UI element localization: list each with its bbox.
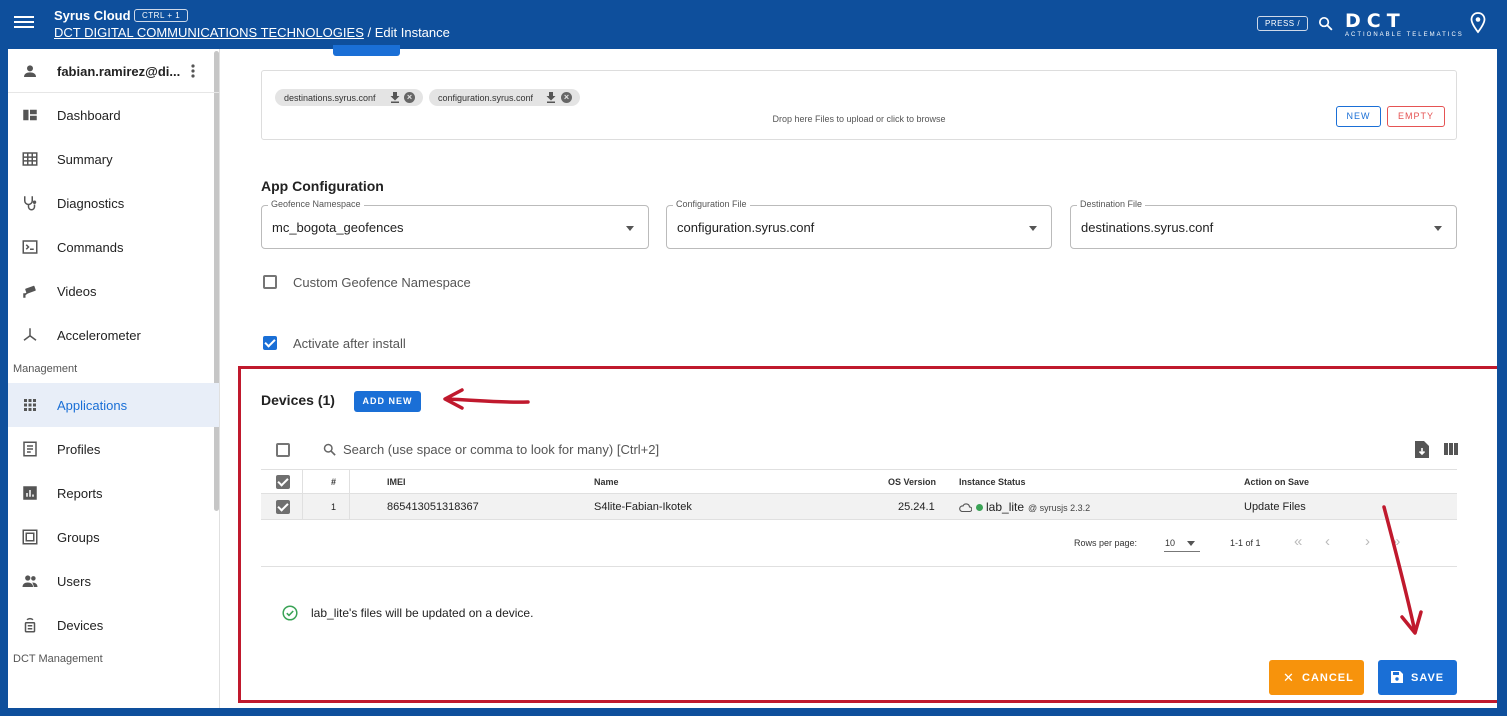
file-chip-label: destinations.syrus.conf <box>284 93 376 103</box>
file-chip-label: configuration.syrus.conf <box>438 93 534 103</box>
sidebar-item-label: Videos <box>57 284 97 299</box>
sidebar-item-label: Applications <box>57 398 128 413</box>
main-content: destinations.syrus.conf × configuration.… <box>220 45 1497 708</box>
remove-chip-icon[interactable]: × <box>404 92 415 103</box>
sidebar-item-diagnostics[interactable]: Diagnostics <box>8 181 219 225</box>
configuration-file-select[interactable]: Configuration File configuration.syrus.c… <box>666 199 1052 249</box>
custom-namespace-checkbox[interactable] <box>263 275 277 289</box>
sidebar-item-users[interactable]: Users <box>8 559 219 603</box>
breadcrumb-current: Edit Instance <box>374 25 450 40</box>
annotation-arrow-left <box>443 388 530 410</box>
sidebar-item-label: Accelerometer <box>57 328 141 343</box>
press-hint: PRESS / <box>1257 16 1309 31</box>
sidebar-item-label: Profiles <box>57 442 101 457</box>
field-value: configuration.syrus.conf <box>677 220 815 235</box>
remove-chip-icon[interactable]: × <box>561 92 572 103</box>
sidebar-item-label: Commands <box>57 240 124 255</box>
destination-file-select[interactable]: Destination File destinations.syrus.conf <box>1070 199 1457 249</box>
breadcrumb-separator: / <box>363 25 375 40</box>
location-pin-icon <box>1470 12 1486 34</box>
terminal-icon <box>22 240 38 254</box>
annotation-highlight-box <box>238 366 1497 703</box>
sidebar-item-label: Users <box>57 574 91 589</box>
camera-icon <box>23 285 36 298</box>
search-icon[interactable] <box>1317 15 1334 32</box>
sidebar-item-label: Dashboard <box>57 108 121 123</box>
sidebar-item-commands[interactable]: Commands <box>8 225 219 269</box>
table-icon <box>22 152 38 166</box>
activate-after-install-label: Activate after install <box>293 336 406 351</box>
upload-button-partial[interactable] <box>333 45 400 56</box>
user-email: fabian.ramirez@di... <box>57 64 181 79</box>
apps-icon <box>24 399 36 411</box>
activate-after-install-checkbox[interactable] <box>263 336 277 350</box>
field-value: destinations.syrus.conf <box>1081 220 1214 235</box>
axis-icon <box>23 328 37 341</box>
sidebar-item-label: Diagnostics <box>57 196 125 211</box>
field-label: Destination File <box>1077 199 1146 209</box>
groups-icon <box>22 529 38 545</box>
field-value: mc_bogota_geofences <box>272 220 404 235</box>
breadcrumb-link[interactable]: DCT DIGITAL COMMUNICATIONS TECHNOLOGIES <box>54 25 364 40</box>
section-management: Management <box>13 363 78 375</box>
field-label: Configuration File <box>673 199 750 209</box>
sidebar-item-dashboard[interactable]: Dashboard <box>8 93 219 137</box>
stethoscope-icon <box>24 196 37 211</box>
app-window: Syrus Cloud CTRL + 1 DCT DIGITAL COMMUNI… <box>8 0 1497 708</box>
sidebar-item-reports[interactable]: Reports <box>8 471 219 515</box>
users-icon <box>22 575 38 587</box>
empty-files-button[interactable]: EMPTY <box>1387 106 1445 127</box>
sidebar-item-summary[interactable]: Summary <box>8 137 219 181</box>
caret-down-icon <box>1434 226 1442 231</box>
dashboard-icon <box>23 109 37 121</box>
geofence-namespace-select[interactable]: Geofence Namespace mc_bogota_geofences <box>261 199 649 249</box>
sidebar-item-devices[interactable]: Devices <box>8 603 219 647</box>
breadcrumb: DCT DIGITAL COMMUNICATIONS TECHNOLOGIES … <box>54 25 450 40</box>
custom-namespace-label: Custom Geofence Namespace <box>293 275 471 290</box>
annotation-arrow-down <box>1382 505 1423 635</box>
logo-text: DCT <box>1345 10 1406 32</box>
dropzone-hint: Drop here Files to upload or click to br… <box>772 114 946 124</box>
dct-logo: DCT ACTIONABLE TELEMATICS <box>1345 12 1485 40</box>
sidebar-item-applications[interactable]: Applications <box>8 383 219 427</box>
sidebar-item-videos[interactable]: Videos <box>8 269 219 313</box>
caret-down-icon <box>1029 226 1037 231</box>
sidebar: fabian.ramirez@di... Dashboard Summary D… <box>8 49 220 708</box>
sidebar-item-profiles[interactable]: Profiles <box>8 427 219 471</box>
device-icon <box>24 617 36 633</box>
sidebar-item-accelerometer[interactable]: Accelerometer <box>8 313 219 357</box>
app-config-title: App Configuration <box>261 178 384 194</box>
caret-down-icon <box>626 226 634 231</box>
person-icon <box>24 65 36 77</box>
sidebar-item-label: Devices <box>57 618 104 633</box>
menu-icon[interactable] <box>14 13 34 33</box>
field-label: Geofence Namespace <box>268 199 364 209</box>
file-chip[interactable]: destinations.syrus.conf × <box>275 89 423 106</box>
sidebar-item-label: Reports <box>57 486 103 501</box>
more-vert-icon[interactable] <box>190 63 196 79</box>
user-row[interactable]: fabian.ramirez@di... <box>8 49 219 93</box>
download-icon[interactable] <box>546 92 556 103</box>
profile-icon <box>23 441 37 457</box>
chart-icon <box>23 486 37 500</box>
file-dropzone[interactable]: destinations.syrus.conf × configuration.… <box>261 70 1457 140</box>
logo-subtitle: ACTIONABLE TELEMATICS <box>1345 32 1464 38</box>
sidebar-item-label: Groups <box>57 530 100 545</box>
shortcut-badge: CTRL + 1 <box>134 9 189 22</box>
download-icon[interactable] <box>390 92 400 103</box>
app-name: Syrus Cloud <box>54 8 131 23</box>
section-dct-management: DCT Management <box>13 653 103 665</box>
top-bar: Syrus Cloud CTRL + 1 DCT DIGITAL COMMUNI… <box>8 0 1497 49</box>
sidebar-item-groups[interactable]: Groups <box>8 515 219 559</box>
new-file-button[interactable]: NEW <box>1336 106 1381 127</box>
file-chip[interactable]: configuration.syrus.conf × <box>429 89 580 106</box>
sidebar-item-label: Summary <box>57 152 113 167</box>
